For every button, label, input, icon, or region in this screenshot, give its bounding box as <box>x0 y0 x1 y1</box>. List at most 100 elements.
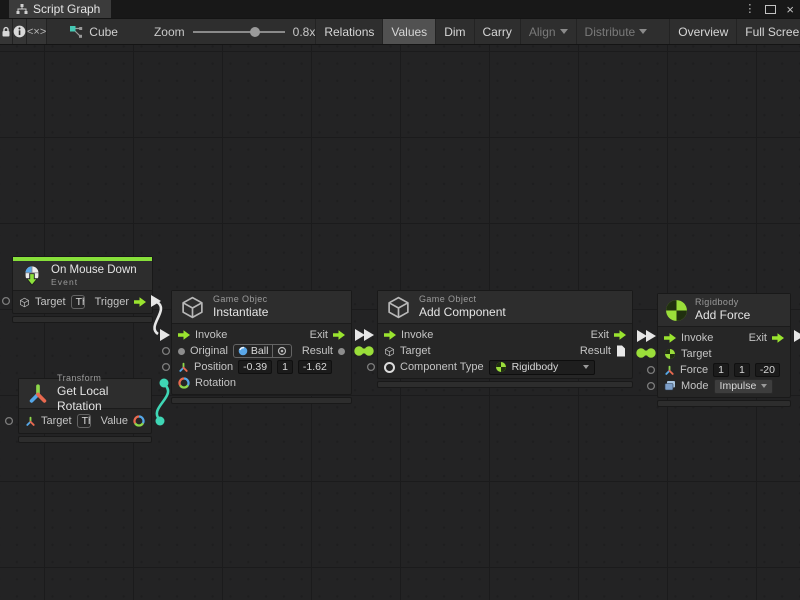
window-close-icon[interactable]: × <box>786 3 794 16</box>
node-get-local-rotation[interactable]: Transform Get Local Rotation Target This <box>18 378 152 443</box>
node-category: Game Objec <box>213 294 268 305</box>
result-port-icon[interactable] <box>338 348 345 355</box>
game-object-icon <box>386 295 411 320</box>
node-add-force[interactable]: Rigidbody Add Force Invoke Exit Target <box>657 293 791 407</box>
distribute-label: Distribute <box>585 25 636 39</box>
code-view-button[interactable]: <×> <box>27 19 47 44</box>
port-label-invoke: Invoke <box>195 329 227 341</box>
info-button[interactable] <box>13 19 27 44</box>
wire-trigger-to-invoke <box>151 295 170 341</box>
flow-out-port[interactable] <box>614 330 626 340</box>
force-x-input[interactable]: 1 <box>713 363 729 377</box>
flow-in-port[interactable] <box>178 330 190 340</box>
port-label-position: Position <box>194 361 233 373</box>
node-category: Transform <box>57 373 143 384</box>
force-y-input[interactable]: 1 <box>734 363 750 377</box>
rotation-value-port[interactable] <box>133 415 145 427</box>
context-label: Cube <box>89 25 118 39</box>
chevron-down-icon <box>639 29 647 34</box>
zoom-control: Zoom 0.8x <box>154 19 315 44</box>
force-mode-dropdown[interactable]: Impulse <box>714 379 774 394</box>
zoom-label: Zoom <box>154 25 185 39</box>
node-category: Rigidbody <box>695 297 750 308</box>
zoom-slider-track <box>193 31 285 33</box>
port-label-exit: Exit <box>591 329 609 341</box>
force-mode-icon <box>664 380 676 392</box>
type-port-icon[interactable] <box>384 362 395 373</box>
distribute-button[interactable]: Distribute <box>576 19 656 44</box>
lock-icon <box>0 26 12 38</box>
port-label-rotation: Rotation <box>195 377 236 389</box>
port-label-component-type: Component Type <box>400 361 484 373</box>
zoom-slider[interactable] <box>193 27 285 37</box>
window-menu-icon[interactable]: ⋮ <box>744 4 755 15</box>
window-maximize-icon[interactable] <box>765 5 776 14</box>
node-subtitle: Event <box>51 277 137 288</box>
rotation-icon <box>178 377 190 389</box>
flow-in-port[interactable] <box>384 330 396 340</box>
graph-canvas[interactable]: On Mouse Down Event Target This <box>0 45 800 600</box>
carry-button[interactable]: Carry <box>474 19 520 44</box>
values-button[interactable]: Values <box>382 19 435 44</box>
vector3-icon <box>178 362 189 373</box>
position-z-input[interactable]: -1.62 <box>298 360 332 374</box>
flow-in-port[interactable] <box>664 333 676 343</box>
object-picker-icon <box>277 346 287 356</box>
target-this-chip[interactable]: This <box>71 295 85 309</box>
object-port-icon[interactable] <box>178 348 185 355</box>
node-title: Instantiate <box>213 305 268 320</box>
original-ball-chip[interactable]: Ball <box>233 344 292 358</box>
chip-value: This <box>82 415 91 427</box>
node-title: Add Component <box>419 305 506 320</box>
align-button[interactable]: Align <box>520 19 576 44</box>
tab-script-graph[interactable]: Script Graph <box>9 0 111 18</box>
fullscreen-button[interactable]: Full Screen <box>736 19 800 44</box>
ball-icon <box>238 346 248 356</box>
vector3-icon <box>664 365 675 376</box>
chevron-down-icon <box>761 384 767 388</box>
port-label-exit: Exit <box>310 329 328 341</box>
mouse-down-icon <box>21 265 43 287</box>
flow-out-port[interactable] <box>134 297 146 307</box>
port-label-target: Target <box>35 296 66 308</box>
chevron-down-icon <box>583 365 589 369</box>
wire-result-to-target-addcomponent <box>355 347 373 355</box>
flow-out-port[interactable] <box>772 333 784 343</box>
wire-result-to-target-addforce <box>637 349 655 357</box>
flow-out-port[interactable] <box>333 330 345 340</box>
port-label-force: Force <box>680 364 708 376</box>
position-x-input[interactable]: -0.39 <box>238 360 272 374</box>
port-label-result: Result <box>580 345 611 357</box>
relations-button[interactable]: Relations <box>315 19 382 44</box>
node-footer <box>18 436 152 443</box>
lock-button[interactable] <box>0 19 13 44</box>
node-title: Get Local Rotation <box>57 384 143 414</box>
game-object-icon <box>180 295 205 320</box>
zoom-slider-handle[interactable] <box>250 27 260 37</box>
chip-value: Ball <box>251 345 269 357</box>
title-bar: Script Graph ⋮ × <box>0 0 800 18</box>
target-this-chip[interactable]: This <box>77 414 91 428</box>
graph-toolbar: <×> Cube Zoom 0.8x Relations Values Dim … <box>0 18 800 45</box>
node-footer <box>377 381 633 388</box>
node-category: Game Object <box>419 294 506 305</box>
component-result-icon[interactable] <box>616 345 626 357</box>
node-add-component[interactable]: Game Object Add Component Invoke Exit <box>377 290 633 388</box>
port-label-target: Target <box>681 348 712 360</box>
rigidbody-icon <box>664 348 676 360</box>
graph-context-breadcrumb[interactable]: Cube <box>69 19 118 44</box>
chip-value: This <box>76 296 85 308</box>
overview-button[interactable]: Overview <box>669 19 736 44</box>
force-z-input[interactable]: -20 <box>755 363 780 377</box>
port-label-value: Value <box>101 415 128 427</box>
script-graph-window: Script Graph ⋮ × <×> <box>0 0 800 600</box>
position-y-input[interactable]: 1 <box>277 360 293 374</box>
component-type-dropdown[interactable]: Rigidbody <box>489 360 595 375</box>
node-on-mouse-down[interactable]: On Mouse Down Event Target This <box>12 256 153 323</box>
graph-hierarchy-icon <box>16 3 28 15</box>
dim-button[interactable]: Dim <box>435 19 473 44</box>
game-object-icon <box>384 346 395 357</box>
tab-label: Script Graph <box>33 2 100 16</box>
port-label-trigger: Trigger <box>95 296 129 308</box>
node-instantiate[interactable]: Game Objec Instantiate Invoke Exit Ori <box>171 290 352 404</box>
